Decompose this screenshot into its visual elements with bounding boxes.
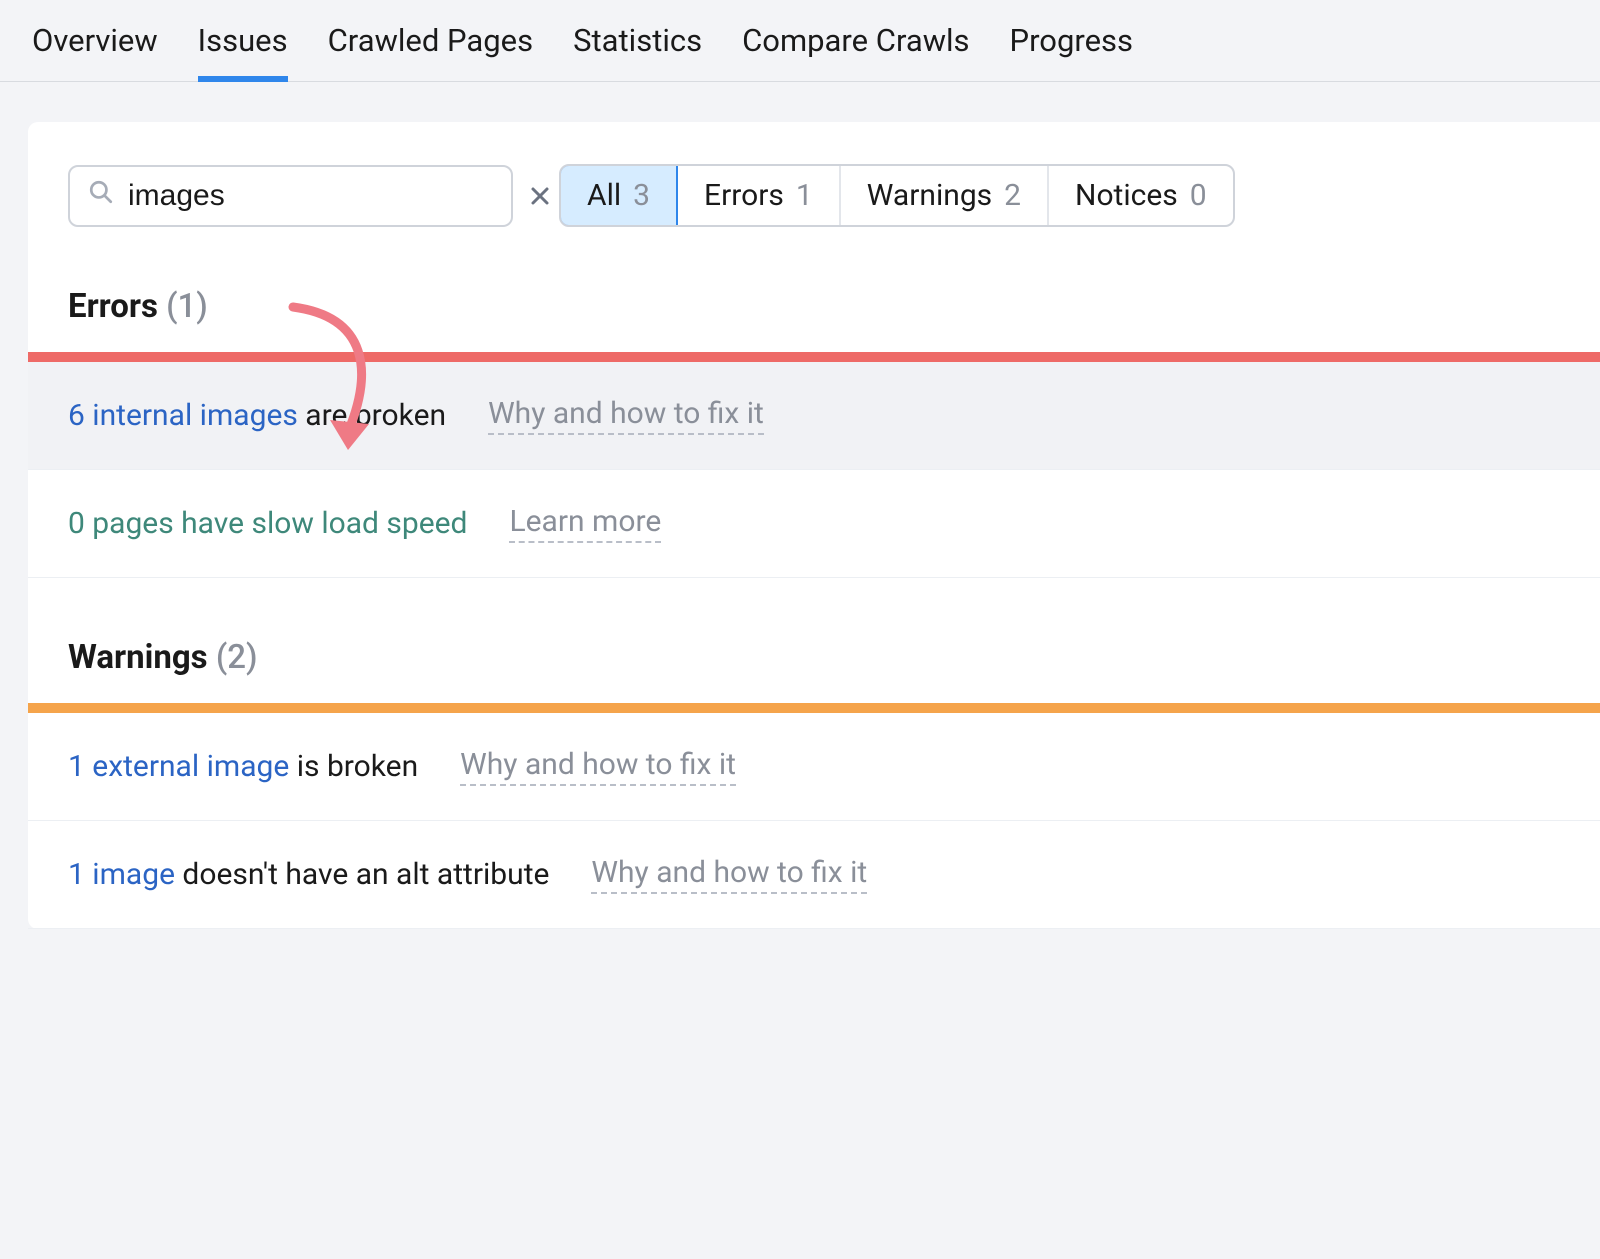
filter-notices-count: 0 (1190, 178, 1207, 213)
issue-row-broken-external-image[interactable]: 1 external image is broken Why and how t… (28, 713, 1600, 821)
warnings-count: (2) (216, 638, 258, 677)
issues-card: All 3 Errors 1 Warnings 2 Notices 0 Erro… (28, 122, 1600, 929)
search-icon (88, 179, 114, 212)
filters-row: All 3 Errors 1 Warnings 2 Notices 0 (28, 122, 1600, 227)
search-box[interactable] (68, 165, 513, 227)
tab-compare-crawls[interactable]: Compare Crawls (742, 22, 969, 81)
filter-all[interactable]: All 3 (559, 164, 678, 227)
why-how-link[interactable]: Why and how to fix it (460, 747, 736, 786)
why-how-link[interactable]: Why and how to fix it (591, 855, 867, 894)
filter-notices[interactable]: Notices 0 (1047, 166, 1233, 225)
top-nav: Overview Issues Crawled Pages Statistics… (0, 0, 1600, 82)
filter-warnings-label: Warnings (867, 178, 992, 213)
issue-row-broken-internal-images[interactable]: 6 internal images are broken Why and how… (28, 362, 1600, 470)
filter-notices-label: Notices (1075, 178, 1178, 213)
filter-warnings-count: 2 (1004, 178, 1021, 213)
learn-more-link[interactable]: Learn more (509, 504, 661, 543)
errors-title: Errors (68, 287, 158, 326)
issue-link[interactable]: 1 external image (68, 749, 289, 784)
issue-text: doesn't have an alt attribute (175, 857, 549, 892)
issue-link[interactable]: 1 image (68, 857, 175, 892)
issue-link[interactable]: 6 internal images (68, 398, 298, 433)
warnings-bar (28, 703, 1600, 713)
filter-errors-label: Errors (704, 178, 784, 213)
tab-statistics[interactable]: Statistics (573, 22, 702, 81)
errors-count: (1) (166, 287, 208, 326)
filter-warnings[interactable]: Warnings 2 (839, 166, 1047, 225)
errors-heading: Errors (1) (28, 227, 1600, 352)
filter-all-count: 3 (633, 178, 650, 213)
tab-progress[interactable]: Progress (1010, 22, 1134, 81)
filter-errors-count: 1 (796, 178, 813, 213)
issue-link[interactable]: 0 pages have slow load speed (68, 506, 467, 541)
issue-row-missing-alt[interactable]: 1 image doesn't have an alt attribute Wh… (28, 821, 1600, 929)
search-input[interactable] (128, 179, 514, 213)
tab-crawled-pages[interactable]: Crawled Pages (328, 22, 533, 81)
warnings-heading: Warnings (2) (28, 578, 1600, 703)
tab-overview[interactable]: Overview (32, 22, 158, 81)
issue-row-slow-load[interactable]: 0 pages have slow load speed Learn more (28, 470, 1600, 578)
errors-bar (28, 352, 1600, 362)
warnings-title: Warnings (68, 638, 208, 677)
issue-text: are broken (298, 398, 446, 433)
filter-errors[interactable]: Errors 1 (676, 166, 839, 225)
issue-type-filter: All 3 Errors 1 Warnings 2 Notices 0 (559, 164, 1235, 227)
issue-text: is broken (289, 749, 418, 784)
tab-issues[interactable]: Issues (198, 22, 288, 81)
clear-search-icon[interactable] (528, 184, 552, 208)
why-how-link[interactable]: Why and how to fix it (488, 396, 764, 435)
filter-all-label: All (587, 178, 621, 213)
